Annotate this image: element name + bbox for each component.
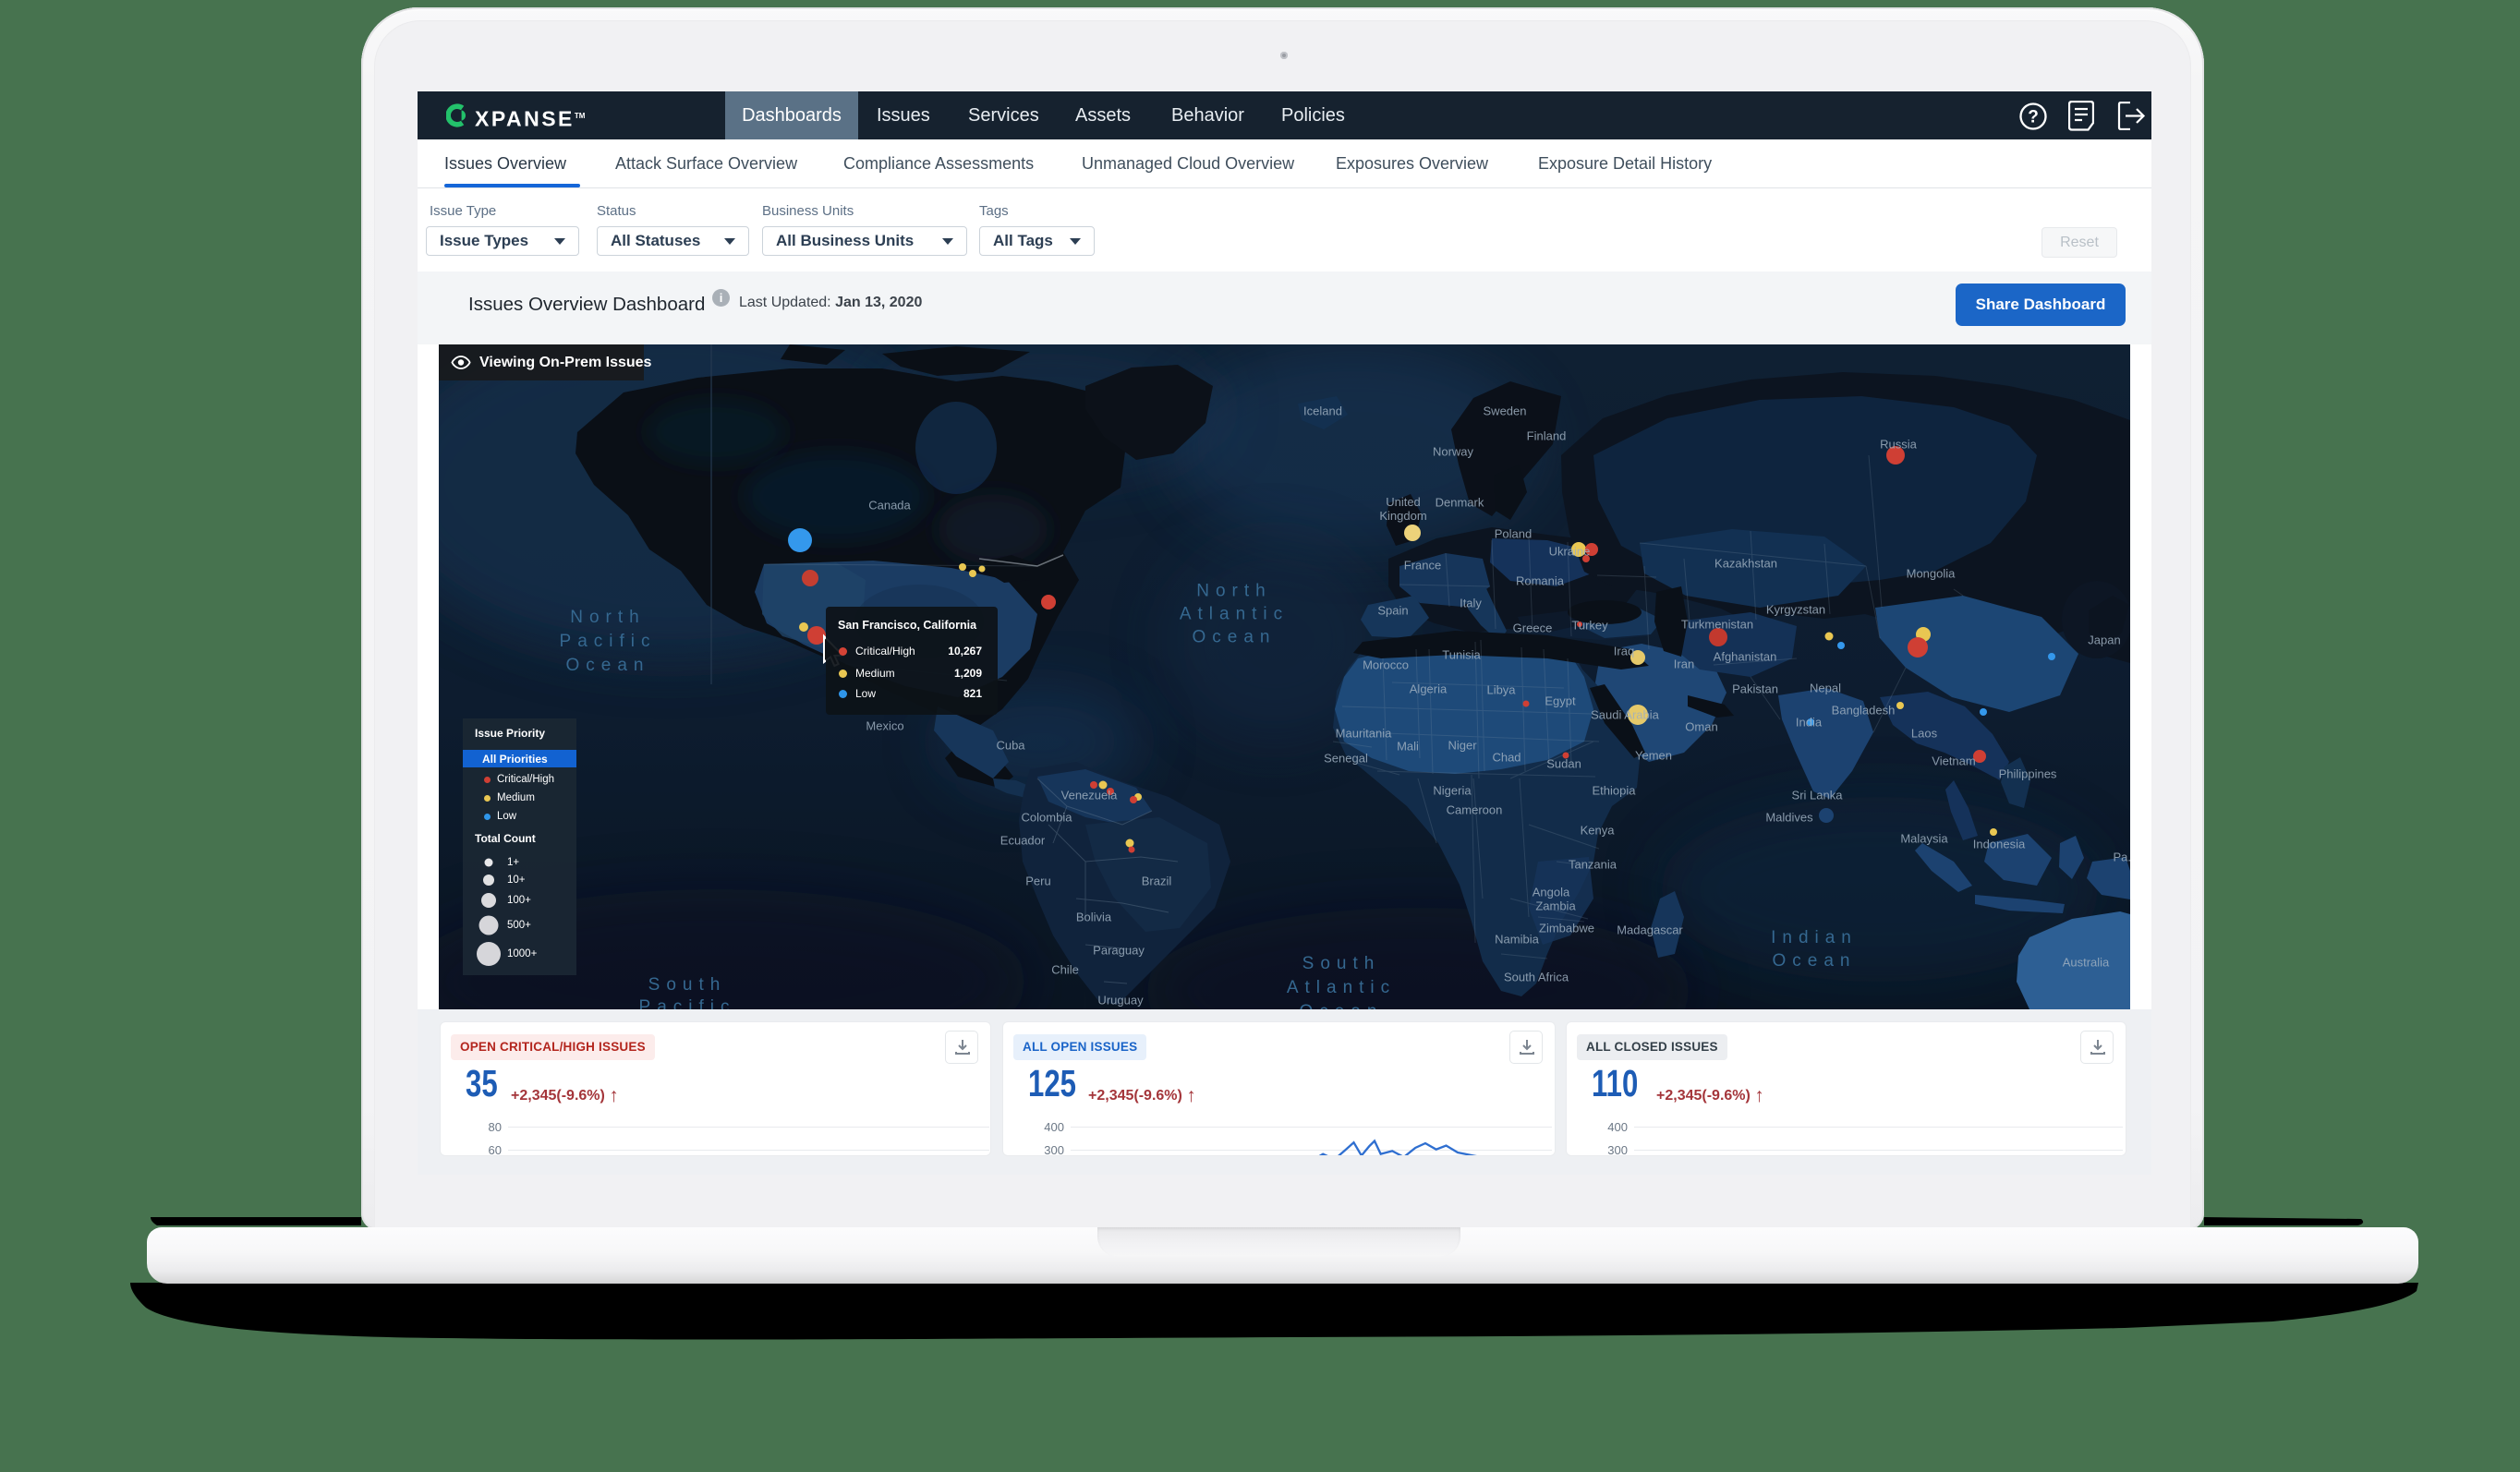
svg-text:?: ? bbox=[2028, 108, 2039, 127]
